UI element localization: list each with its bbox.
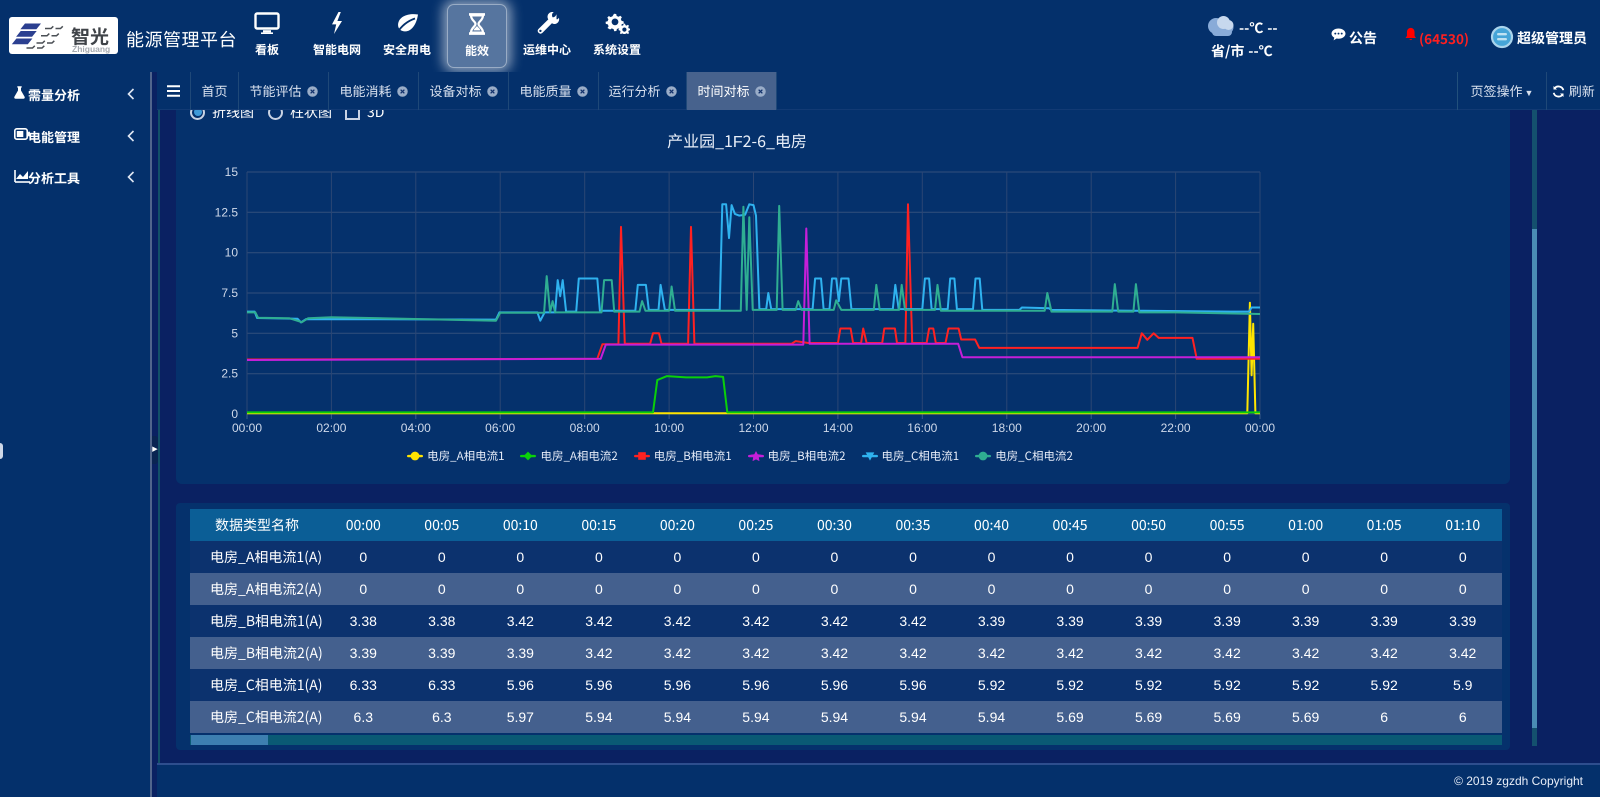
svg-text:12:00: 12:00 [738, 421, 768, 435]
svg-text:00:00: 00:00 [232, 421, 262, 435]
svg-text:02:00: 02:00 [316, 421, 346, 435]
svg-text:22:00: 22:00 [1161, 421, 1191, 435]
svg-text:15: 15 [225, 165, 239, 179]
svg-text:18:00: 18:00 [992, 421, 1022, 435]
svg-text:12.5: 12.5 [215, 205, 239, 219]
svg-text:Zhiguang: Zhiguang [72, 44, 110, 54]
svg-text:14:00: 14:00 [823, 421, 853, 435]
svg-text:0: 0 [231, 407, 238, 421]
svg-text:10: 10 [225, 246, 239, 260]
svg-text:04:00: 04:00 [401, 421, 431, 435]
svg-text:20:00: 20:00 [1076, 421, 1106, 435]
svg-text:16:00: 16:00 [907, 421, 937, 435]
svg-text:08:00: 08:00 [570, 421, 600, 435]
svg-text:7.5: 7.5 [221, 286, 238, 300]
svg-text:00:00: 00:00 [1245, 421, 1275, 435]
svg-text:10:00: 10:00 [654, 421, 684, 435]
svg-text:06:00: 06:00 [485, 421, 515, 435]
svg-text:5: 5 [231, 326, 238, 340]
svg-text:2.5: 2.5 [221, 367, 238, 381]
